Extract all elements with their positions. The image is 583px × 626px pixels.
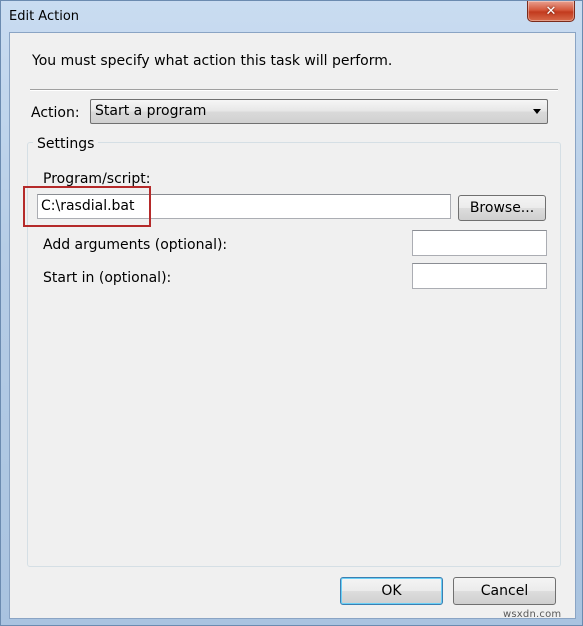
add-arguments-input[interactable] — [416, 234, 541, 250]
cancel-button[interactable]: Cancel — [453, 577, 556, 605]
program-script-field[interactable] — [37, 194, 451, 219]
program-script-input[interactable] — [41, 198, 445, 214]
watermark-text: wsxdn.com — [503, 609, 562, 620]
settings-group-title: Settings — [33, 136, 99, 152]
close-button[interactable]: ✕ — [527, 1, 575, 22]
intro-text: You must specify what action this task w… — [32, 53, 393, 69]
window-title: Edit Action — [9, 9, 80, 24]
action-dropdown-value: Start a program — [95, 103, 207, 119]
start-in-input[interactable] — [416, 267, 541, 283]
separator — [30, 89, 558, 91]
add-arguments-label: Add arguments (optional): — [43, 237, 228, 253]
ok-button[interactable]: OK — [340, 577, 443, 605]
program-script-label: Program/script: — [43, 171, 151, 187]
chevron-down-icon — [533, 109, 541, 114]
start-in-label: Start in (optional): — [43, 270, 172, 286]
browse-button[interactable]: Browse... — [458, 195, 546, 221]
add-arguments-field[interactable] — [412, 230, 547, 256]
action-label: Action: — [31, 105, 80, 121]
close-icon: ✕ — [545, 3, 557, 19]
action-dropdown[interactable]: Start a program — [90, 99, 548, 124]
start-in-field[interactable] — [412, 263, 547, 289]
dialog-client-area: You must specify what action this task w… — [9, 32, 576, 619]
edit-action-window: Edit Action ✕ You must specify what acti… — [0, 0, 583, 626]
title-bar[interactable]: Edit Action ✕ — [1, 1, 583, 33]
